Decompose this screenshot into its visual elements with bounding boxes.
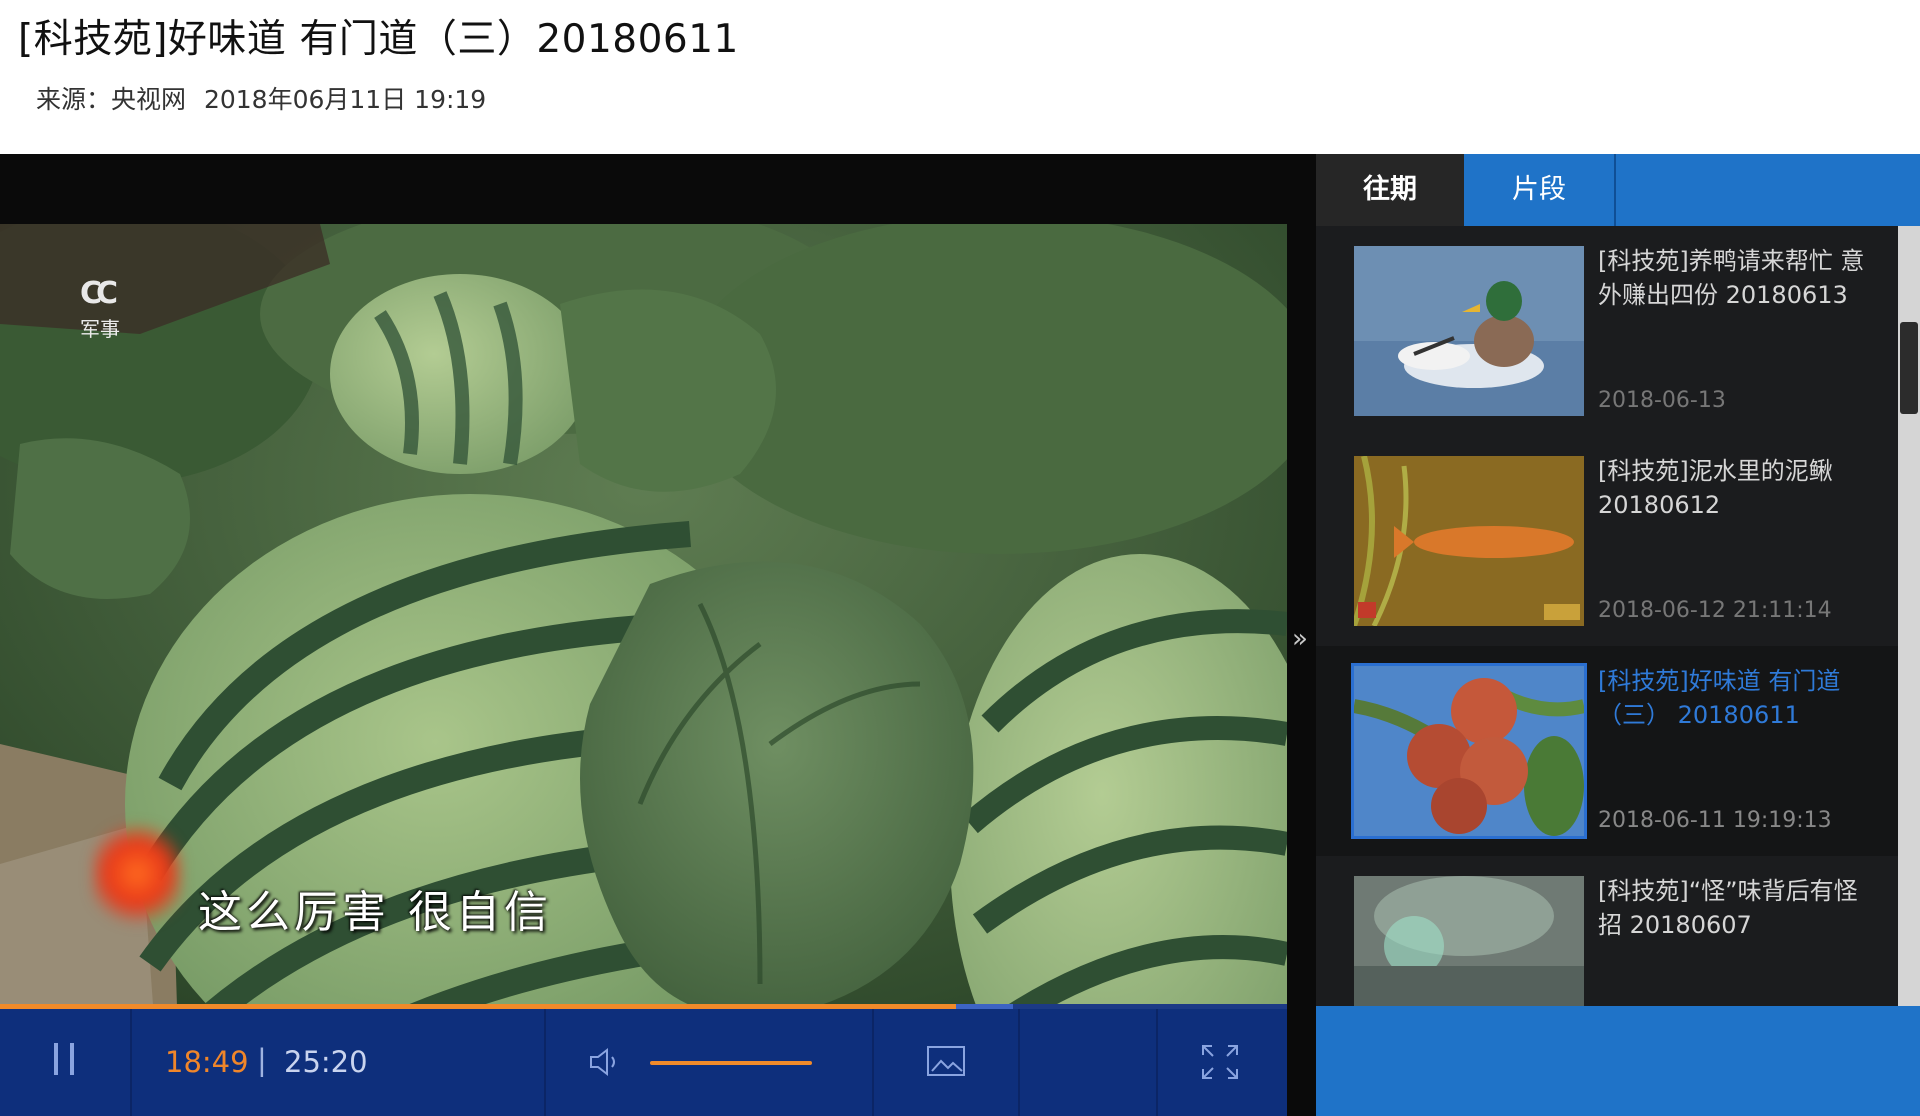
time-separator: |: [257, 1043, 267, 1077]
fullscreen-icon[interactable]: [1200, 1043, 1240, 1081]
total-time: 25:20: [284, 1045, 368, 1079]
video-subtitle: 这么厉害 很自信: [198, 887, 552, 938]
episode-thumbnail[interactable]: [1354, 876, 1584, 1006]
list-item[interactable]: [科技苑]“怪”味背后有怪招 20180607: [1316, 856, 1898, 1006]
sidebar-tabs: 往期 片段: [1316, 154, 1920, 226]
video-frame[interactable]: CC 军事 这么厉害 很自信: [0, 224, 1287, 1102]
episode-thumbnail[interactable]: [1351, 663, 1587, 839]
scrollbar-thumb[interactable]: [1900, 322, 1918, 414]
episode-list[interactable]: [科技苑]养鸭请来帮忙 意外赚出四份 20180613 2018-06-13 […: [1316, 226, 1898, 1006]
episode-title: [科技苑]泥水里的泥鳅 20180612: [1598, 457, 1833, 519]
tab-clips[interactable]: 片段: [1464, 154, 1614, 226]
list-item-selected[interactable]: [科技苑]好味道 有门道（三） 20180611 2018-06-11 19:1…: [1316, 646, 1898, 856]
episode-thumbnail[interactable]: [1354, 246, 1584, 416]
episode-title: [科技苑]“怪”味背后有怪招 20180607: [1598, 877, 1858, 939]
blurred-watermark: [92, 824, 182, 934]
episode-date: 2018-06-13: [1598, 388, 1726, 413]
expand-sidebar-icon[interactable]: »: [1288, 619, 1312, 659]
episode-sidebar: 往期 片段 [科技苑]养鸭请来帮忙 意外赚出四份 20180613 2018-0…: [1316, 154, 1920, 1116]
sidebar-footer: [1316, 1006, 1920, 1116]
volume-slider[interactable]: [650, 1061, 812, 1065]
episode-title: [科技苑]养鸭请来帮忙 意外赚出四份 20180613: [1598, 247, 1865, 309]
episode-date: 2018-06-11 19:19:13: [1598, 808, 1832, 833]
volume-icon[interactable]: [588, 1047, 622, 1077]
video-player[interactable]: CC 军事 这么厉害 很自信 » 18:49 | 25:20: [0, 154, 1316, 1116]
page-title: [科技苑]好味道 有门道（三）20180611: [18, 17, 739, 62]
episode-date: 2018-06-12 21:11:14: [1598, 598, 1832, 623]
list-item[interactable]: [科技苑]泥水里的泥鳅 20180612 2018-06-12 21:11:14: [1316, 436, 1898, 646]
channel-logo: CC 军事: [80, 276, 120, 341]
current-time: 18:49: [165, 1045, 249, 1079]
source-label: 来源：央视网: [36, 85, 187, 114]
article-meta: 来源：央视网 2018年06月11日 19:19: [36, 80, 496, 116]
tab-past-episodes[interactable]: 往期: [1316, 154, 1464, 226]
publish-datetime: 2018年06月11日 19:19: [203, 85, 487, 114]
hd-quality-icon[interactable]: [926, 1043, 966, 1079]
list-scrollbar[interactable]: [1898, 226, 1920, 1006]
episode-title: [科技苑]好味道 有门道（三） 20180611: [1598, 667, 1841, 729]
list-item[interactable]: [科技苑]养鸭请来帮忙 意外赚出四份 20180613 2018-06-13: [1316, 226, 1898, 436]
control-bar: 18:49 | 25:20: [0, 1009, 1287, 1116]
video-still-image: [0, 224, 1287, 1102]
episode-thumbnail[interactable]: [1354, 456, 1584, 626]
pause-icon[interactable]: [48, 1039, 84, 1085]
page-header: [科技苑]好味道 有门道（三）20180611 来源：央视网 2018年06月1…: [0, 0, 1920, 154]
